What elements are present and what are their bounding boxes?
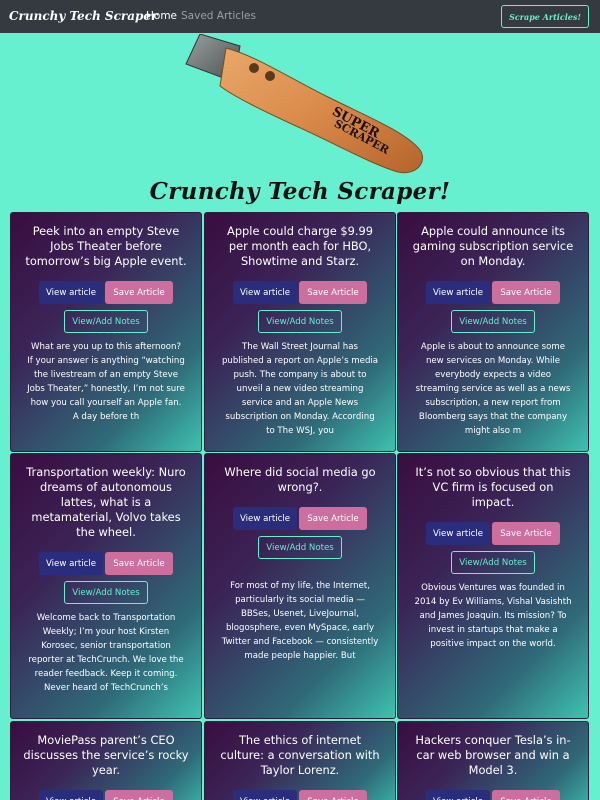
article-title: MoviePass parent’s CEO discusses the ser… <box>23 733 189 777</box>
view-article-button[interactable]: View article <box>233 507 297 530</box>
save-article-button[interactable]: Save Article <box>299 281 367 304</box>
article-title: Hackers conquer Tesla’s in-car web brows… <box>415 733 571 777</box>
article-title: The ethics of internet culture: a conver… <box>220 733 380 777</box>
article-card: Apple could announce its gaming subscrip… <box>397 212 589 452</box>
article-card: Where did social media go wrong?. View a… <box>204 453 396 719</box>
article-card: Hackers conquer Tesla’s in-car web brows… <box>397 721 589 800</box>
save-article-button[interactable]: Save Article <box>299 507 367 530</box>
view-add-notes-button[interactable]: View/Add Notes <box>451 551 535 574</box>
view-article-button[interactable]: View article <box>233 281 297 304</box>
article-card: Apple could charge $9.99 per month each … <box>204 212 396 452</box>
view-article-button[interactable]: View article <box>39 281 103 304</box>
article-title: Transportation weekly: Nuro dreams of au… <box>26 465 186 539</box>
view-article-button[interactable]: View article <box>426 281 490 304</box>
scrape-articles-button[interactable]: Scrape Articles! <box>501 5 589 28</box>
article-card: The ethics of internet culture: a conver… <box>204 721 396 800</box>
save-article-button[interactable]: Save Article <box>492 522 560 545</box>
article-summary: Obvious Ventures was founded in 2014 by … <box>414 583 572 649</box>
save-article-button[interactable]: Save Article <box>299 790 367 800</box>
view-add-notes-button[interactable]: View/Add Notes <box>258 536 342 559</box>
view-article-button[interactable]: View article <box>426 522 490 545</box>
article-summary: For most of my life, the Internet, parti… <box>221 581 379 661</box>
view-article-button[interactable]: View article <box>426 790 490 800</box>
article-title: Apple could charge $9.99 per month each … <box>227 224 373 268</box>
article-title: Peek into an empty Steve Jobs Theater be… <box>25 224 187 268</box>
page-title: Crunchy Tech Scraper! <box>149 178 451 205</box>
article-title: Where did social media go wrong?. <box>224 465 376 494</box>
save-article-button[interactable]: Save Article <box>105 552 173 575</box>
article-summary: What are you up to this afternoon? If yo… <box>27 342 185 422</box>
view-article-button[interactable]: View article <box>233 790 297 800</box>
view-article-button[interactable]: View article <box>39 790 103 800</box>
article-title: It’s not so obvious that this VC firm is… <box>415 465 571 509</box>
brand-link[interactable]: Crunchy Tech Scraper <box>9 9 157 23</box>
article-card: It’s not so obvious that this VC firm is… <box>397 453 589 719</box>
article-summary: Welcome back to Transportation Weekly; I… <box>28 613 184 693</box>
view-article-button[interactable]: View article <box>39 552 103 575</box>
view-add-notes-button[interactable]: View/Add Notes <box>64 581 148 604</box>
save-article-button[interactable]: Save Article <box>105 281 173 304</box>
save-article-button[interactable]: Save Article <box>105 790 173 800</box>
view-add-notes-button[interactable]: View/Add Notes <box>64 310 148 333</box>
article-card: Transportation weekly: Nuro dreams of au… <box>10 453 202 719</box>
article-summary: Apple is about to announce some new serv… <box>415 342 571 436</box>
view-add-notes-button[interactable]: View/Add Notes <box>258 310 342 333</box>
view-add-notes-button[interactable]: View/Add Notes <box>451 310 535 333</box>
save-article-button[interactable]: Save Article <box>492 790 560 800</box>
article-title: Apple could announce its gaming subscrip… <box>412 224 574 268</box>
nav-saved-articles[interactable]: Saved Articles <box>181 10 256 22</box>
save-article-button[interactable]: Save Article <box>492 281 560 304</box>
navbar: Crunchy Tech Scraper Home Saved Articles… <box>0 0 600 33</box>
article-card: MoviePass parent’s CEO discusses the ser… <box>10 721 202 800</box>
article-summary: The Wall Street Journal has published a … <box>221 342 379 436</box>
article-card: Peek into an empty Steve Jobs Theater be… <box>10 212 202 452</box>
nav-home[interactable]: Home <box>146 10 177 22</box>
super-scraper-logo: SUPER SCRAPER <box>185 34 423 174</box>
